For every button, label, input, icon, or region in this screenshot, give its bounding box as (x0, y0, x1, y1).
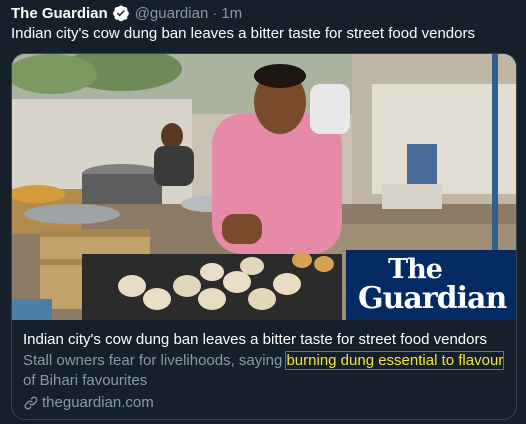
separator-dot: · (212, 4, 218, 22)
verified-badge-icon (112, 4, 130, 22)
card-body: Indian city's cow dung ban leaves a bitt… (23, 330, 508, 413)
guardian-logo: The Guardian (346, 250, 516, 320)
card-description-text: Stall owners fear for livelihoods, sayin… (23, 352, 287, 369)
card-domain-text: theguardian.com (42, 394, 154, 411)
card-domain[interactable]: theguardian.com (23, 393, 508, 413)
link-icon (23, 395, 39, 411)
card-description-text-2: of Bihari favourites (23, 372, 148, 389)
author-name[interactable]: The Guardian (11, 5, 108, 22)
link-card[interactable]: The Guardian Indian city's cow dung ban … (11, 53, 517, 420)
logo-line-2: Guardian (358, 281, 507, 316)
logo-line-1: The (388, 254, 443, 285)
card-title[interactable]: Indian city's cow dung ban leaves a bitt… (23, 330, 508, 350)
card-image[interactable]: The Guardian (12, 54, 516, 320)
tweet-header: The Guardian @guardian · 1m (11, 3, 242, 23)
author-handle[interactable]: @guardian (135, 5, 209, 22)
tweet-timestamp[interactable]: 1m (221, 5, 242, 22)
tweet-text: Indian city's cow dung ban leaves a bitt… (11, 25, 475, 42)
highlighted-text: burning dung essential to flavour (285, 351, 505, 370)
card-description: Stall owners fear for livelihoods, sayin… (23, 351, 508, 391)
